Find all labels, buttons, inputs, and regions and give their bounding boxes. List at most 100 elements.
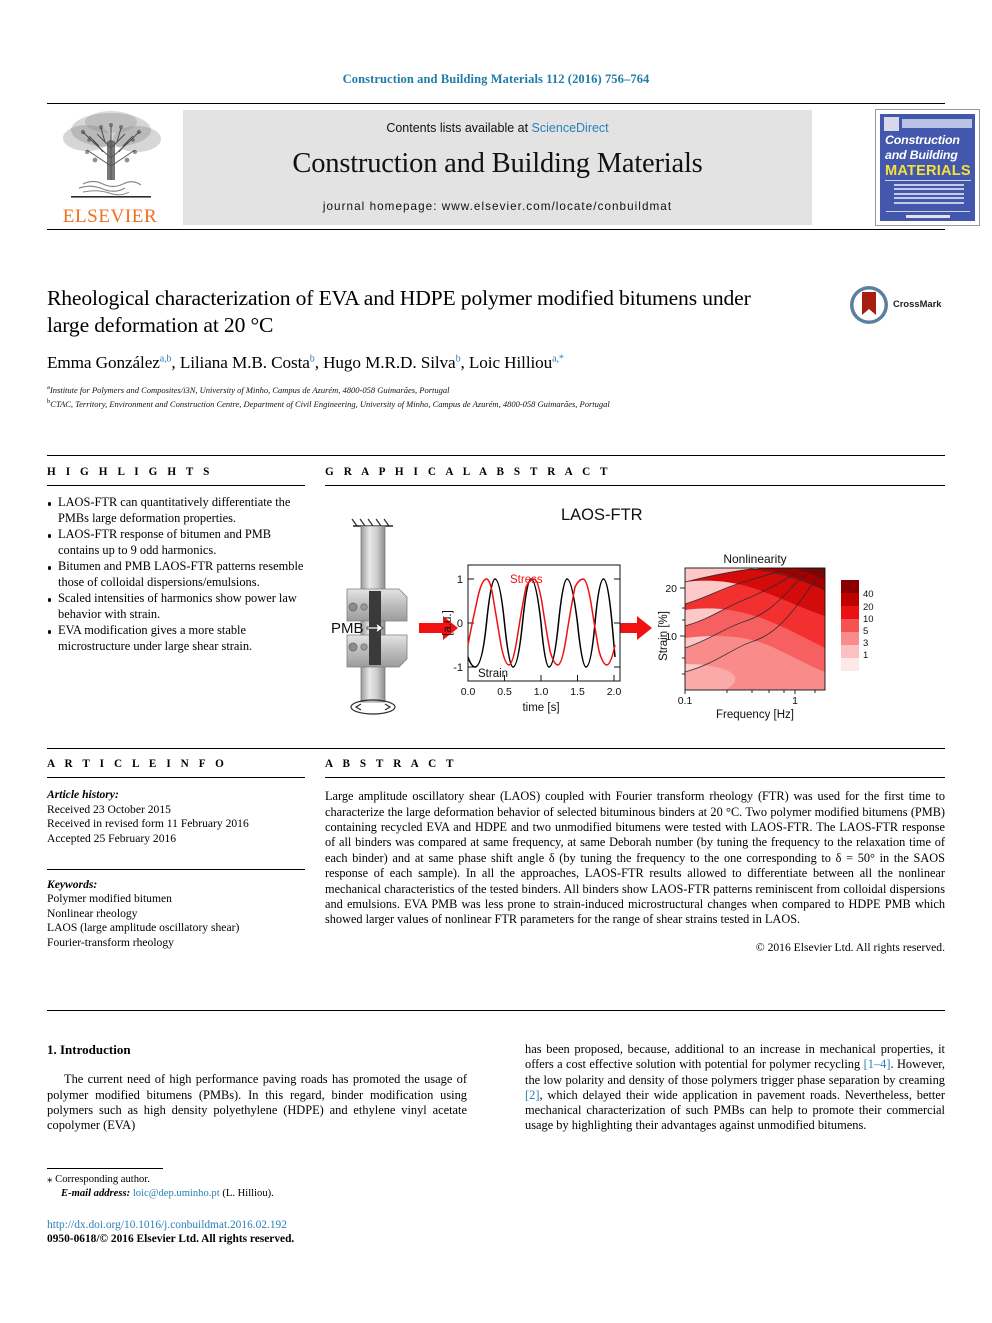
email-owner: (L. Hilliou). — [222, 1188, 274, 1199]
journal-title: Construction and Building Materials — [292, 148, 703, 179]
journal-homepage[interactable]: journal homepage: www.elsevier.com/locat… — [183, 200, 812, 213]
article-history-line: Received 23 October 2015 — [47, 802, 171, 816]
title-block: Rheological characterization of EVA and … — [47, 285, 945, 410]
abstract-copyright: © 2016 Elsevier Ltd. All rights reserved… — [755, 940, 945, 954]
doi-link[interactable]: http://dx.doi.org/10.1016/j.conbuildmat.… — [47, 1218, 467, 1232]
contour-xtick-0p1: 0.1 — [678, 695, 693, 707]
contour-yaxis-label: Strain [%] — [658, 611, 670, 661]
cover-line-3: MATERIALS — [885, 163, 971, 179]
xaxis-label: time [s] — [522, 702, 559, 714]
cbar-40: 40 — [863, 589, 874, 600]
contour-xaxis-label: Frequency [Hz] — [716, 709, 794, 721]
section-divider-bottom — [47, 1010, 945, 1012]
email-label: E-mail address: — [61, 1188, 131, 1199]
author-affiliation-marker: a,b — [159, 353, 172, 365]
keyword-item[interactable]: Nonlinear rheology — [47, 907, 305, 922]
elsevier-logo: ELSEVIER — [47, 106, 175, 229]
author-list: Emma Gonzáleza,b, Liliana M.B. Costab, H… — [47, 353, 564, 372]
author-name[interactable]: Liliana M.B. Costa — [180, 353, 310, 372]
ytick-neg1: -1 — [453, 662, 463, 674]
rheometer-schematic: PMB — [331, 518, 408, 715]
highlight-item: LAOS-FTR can quantitatively differentiat… — [47, 495, 305, 526]
article-history: Article history: Received 23 October 201… — [47, 788, 305, 846]
cover-line-1: Construction — [885, 133, 960, 147]
issn-copyright-line: 0950-0618/© 2016 Elsevier Ltd. All right… — [47, 1233, 295, 1246]
elsevier-tree-icon — [63, 111, 161, 198]
nonlinearity-contour-plot: Nonlinearity 20 10 Strain [%] 0.1 1 Freq… — [658, 552, 874, 721]
journal-cover-thumbnail: Construction and Building MATERIALS — [875, 109, 980, 226]
author-affiliation-marker: b — [455, 353, 461, 365]
graphical-abstract-figure: LAOS-FTR PMB 1 0 -1 0.0 0.5 1.0 1.5 2.0 … — [325, 497, 945, 728]
article-info-heading: A R T I C L E I N F O — [47, 758, 228, 770]
cbar-5: 5 — [863, 626, 868, 637]
graphical-abstract-heading: G R A P H I C A L A B S T R A C T — [325, 466, 612, 478]
author-affiliation-marker: a,* — [552, 353, 564, 365]
intro-right-seg-3: , which delayed their wide application i… — [525, 1087, 945, 1133]
ytick-1: 1 — [457, 574, 463, 586]
author-affiliation-marker: b — [309, 353, 315, 365]
contour-colorbar: 40 20 10 5 3 1 — [841, 580, 874, 672]
highlight-item: Bitumen and PMB LAOS-FTR patterns resemb… — [47, 559, 305, 590]
doi-block: http://dx.doi.org/10.1016/j.conbuildmat.… — [47, 1218, 467, 1247]
ytick-0: 0 — [457, 618, 463, 630]
highlight-item: Scaled intensities of harmonics show pow… — [47, 591, 305, 622]
keywords: Keywords: Polymer modified bitumen Nonlin… — [47, 878, 305, 951]
xtick-4: 2.0 — [607, 686, 622, 698]
cbar-1: 1 — [863, 650, 868, 661]
yaxis-label: [a.u.] — [442, 610, 454, 636]
corresponding-text: Corresponding author. — [55, 1174, 150, 1185]
abstract-section: A B S T R A C T Large amplitude oscillat… — [325, 758, 945, 954]
intro-paragraph-right: has been proposed, because, additional t… — [525, 1042, 945, 1134]
highlight-item: LAOS-FTR response of bitumen and PMB con… — [47, 527, 305, 558]
highlights-heading: H I G H L I G H T S — [47, 466, 213, 478]
highlights-section: H I G H L I G H T S LAOS-FTR can quantit… — [47, 466, 305, 655]
corresponding-marker: ⁎ — [47, 1173, 53, 1185]
contents-line: Contents lists available at ScienceDirec… — [183, 121, 812, 135]
section-divider-top — [47, 455, 945, 457]
keyword-item[interactable]: LAOS (large amplitude oscillatory shear) — [47, 921, 305, 936]
citation-ref-2[interactable]: [2] — [525, 1088, 539, 1102]
author-name[interactable]: Emma González — [47, 353, 160, 372]
highlight-item: EVA modification gives a more stable mic… — [47, 623, 305, 654]
keyword-item[interactable]: Fourier-transform rheology — [47, 936, 305, 951]
running-head: Construction and Building Materials 112 … — [342, 72, 650, 86]
contents-prefix: Contents lists available at — [386, 121, 532, 135]
citation-ref-1[interactable]: [1–4] — [864, 1057, 891, 1071]
xtick-0: 0.0 — [461, 686, 476, 698]
stress-series-label: Stress — [510, 574, 543, 586]
article-history-line: Accepted 25 February 2016 — [47, 831, 177, 845]
xtick-1: 0.5 — [497, 686, 512, 698]
xtick-2: 1.0 — [534, 686, 549, 698]
contour-ytick-20: 20 — [665, 583, 677, 595]
body-left-column: 1. Introduction The current need of high… — [47, 1042, 467, 1133]
article-info-section: A R T I C L E I N F O Article history: R… — [47, 758, 305, 951]
email-line: E-mail address: loic@dep.uminho.pt (L. H… — [47, 1187, 467, 1201]
contour-bands — [685, 568, 825, 691]
journal-masthead: ELSEVIER Contents lists available at Sci… — [47, 103, 980, 230]
section-heading-introduction: 1. Introduction — [47, 1042, 131, 1057]
figure-title-laos-ftr: LAOS-FTR — [561, 506, 643, 525]
affiliation-line: aInstitute for Polymers and Composites/i… — [47, 384, 450, 395]
author-name[interactable]: Loic Hilliou — [469, 353, 552, 372]
crossmark-badge[interactable]: CrossMark — [849, 285, 945, 327]
cbar-3: 3 — [863, 638, 868, 649]
contour-title: Nonlinearity — [723, 552, 786, 566]
footnote-block: ⁎ Corresponding author. E-mail address: … — [47, 1172, 467, 1201]
abstract-heading: A B S T R A C T — [325, 758, 458, 770]
keywords-label: Keywords: — [47, 877, 98, 891]
footnote-rule — [47, 1168, 163, 1170]
cbar-20: 20 — [863, 602, 874, 613]
article-history-line: Received in revised form 11 February 201… — [47, 817, 249, 831]
sciencedirect-link[interactable]: ScienceDirect — [532, 121, 609, 135]
keyword-item[interactable]: Polymer modified bitumen — [47, 892, 305, 907]
email-link[interactable]: loic@dep.uminho.pt — [133, 1188, 220, 1199]
keywords-lines: Polymer modified bitumen Nonlinear rheolo… — [47, 892, 305, 950]
cbar-10: 10 — [863, 614, 874, 625]
contour-xtick-1: 1 — [792, 695, 798, 707]
strain-series-label: Strain — [478, 668, 508, 680]
pmb-label: PMB — [331, 620, 364, 637]
author-name[interactable]: Hugo M.R.D. Silva — [323, 353, 456, 372]
elsevier-wordmark: ELSEVIER — [62, 206, 158, 227]
paper-page: Construction and Building Materials 112 … — [0, 0, 992, 1323]
affiliation-list: aInstitute for Polymers and Composites/i… — [47, 382, 945, 410]
